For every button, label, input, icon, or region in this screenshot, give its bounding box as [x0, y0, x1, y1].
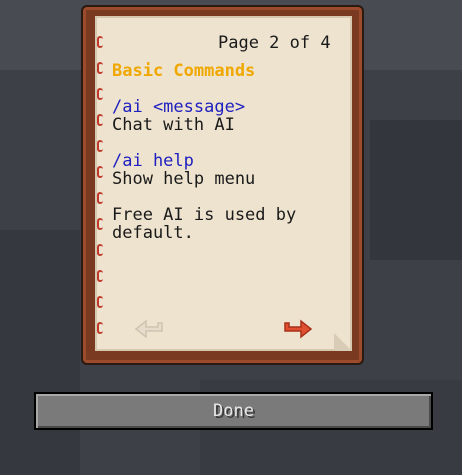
page-curl — [334, 333, 352, 351]
command-description: Chat with AI — [112, 115, 235, 135]
note-text: Free AI is used by — [112, 205, 297, 225]
binding-stitch — [97, 244, 103, 256]
background-shade — [370, 120, 462, 260]
page-counter: Page 2 of 4 — [218, 33, 331, 53]
binding-stitch — [97, 192, 103, 204]
binding-stitch — [97, 296, 103, 308]
previous-page-arrow-icon — [134, 319, 163, 339]
command-description: Show help menu — [112, 169, 256, 189]
binding-stitch — [97, 36, 103, 48]
command-text: /ai help — [112, 151, 194, 171]
binding-stitch — [97, 62, 103, 74]
background-shade — [0, 230, 80, 475]
binding-stitch — [97, 88, 103, 100]
binding-stitch — [97, 114, 103, 126]
command-text: /ai <message> — [112, 97, 246, 117]
binding-stitch — [97, 218, 103, 230]
page-heading: Basic Commands — [112, 61, 256, 81]
previous-page-arrow-icon[interactable] — [132, 318, 168, 342]
note-text: default. — [112, 223, 194, 243]
binding-stitch — [97, 166, 103, 178]
next-page-arrow-icon[interactable] — [279, 318, 315, 342]
binding-stitch — [97, 322, 103, 334]
binding-stitch — [97, 140, 103, 152]
next-page-arrow-icon — [284, 319, 313, 339]
binding-stitch — [97, 270, 103, 282]
done-button[interactable]: Done — [34, 392, 433, 430]
